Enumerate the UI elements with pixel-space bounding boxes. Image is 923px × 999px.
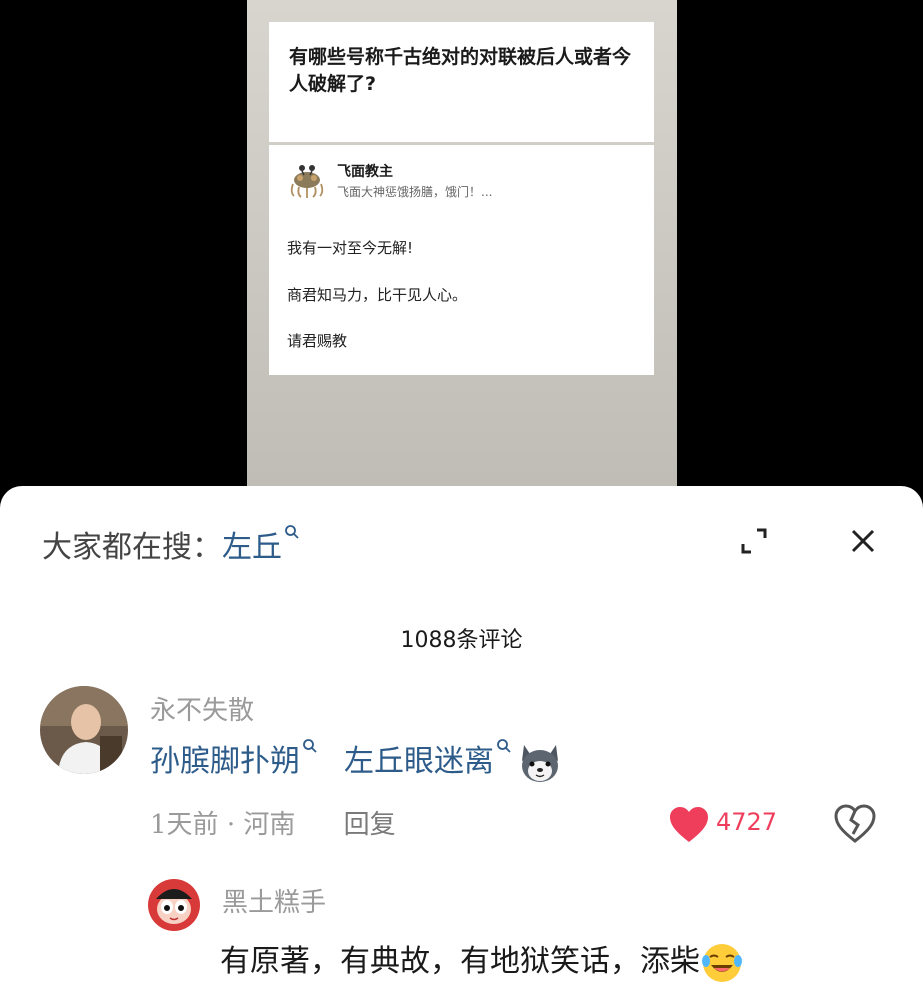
search-icon: [303, 739, 317, 753]
search-icon: [285, 525, 299, 539]
author-signature: 飞面大神惩饿扬膳，饿门！...: [337, 185, 493, 199]
broken-heart-icon[interactable]: [834, 804, 876, 844]
author-avatar: [290, 165, 324, 198]
search-icon: [497, 739, 511, 753]
reply-avatar[interactable]: [148, 879, 200, 931]
answer-line-1: 我有一对至今无解!: [287, 239, 414, 257]
answer-line-3: 请君赐教: [287, 332, 348, 350]
comment-sheet: 大家都在搜：左丘 1088条评论 永不失散 孙膑脚扑朔 左丘眼迷离 1天前 · …: [0, 486, 923, 999]
author-name: 飞面教主: [337, 164, 393, 180]
avatar[interactable]: [40, 686, 128, 774]
comment-meta: 1天前 · 河南 回复: [150, 804, 396, 841]
video-area[interactable]: 有哪些号称千古绝对的对联被后人或者今人破解了? 飞面教主 飞面大神惩饿扬膳，饿门…: [0, 0, 923, 500]
like-count: 4727: [716, 808, 778, 836]
heart-icon[interactable]: [668, 806, 710, 844]
comment-time: 1天前: [150, 810, 219, 840]
comment-link-2[interactable]: 左丘眼迷离: [344, 744, 494, 779]
search-suggestion[interactable]: 大家都在搜：左丘: [42, 522, 300, 566]
answer-line-2: 商君知马力，比干见人心。: [287, 286, 468, 304]
comment-username[interactable]: 永不失散: [150, 690, 254, 727]
search-prefix: 大家都在搜：: [42, 530, 222, 565]
reply-button[interactable]: 回复: [344, 810, 396, 840]
meta-dot: ·: [226, 810, 236, 840]
search-term[interactable]: 左丘: [222, 530, 282, 565]
comment-location: 河南: [243, 810, 296, 840]
close-icon[interactable]: [846, 524, 880, 558]
question-title: 有哪些号称千古绝对的对联被后人或者今人破解了?: [289, 46, 632, 95]
reply-username[interactable]: 黑土糕手: [222, 882, 326, 919]
comment-link-1[interactable]: 孙膑脚扑朔: [150, 744, 300, 779]
comment-body: 孙膑脚扑朔 左丘眼迷离: [150, 736, 564, 787]
reply-body: 有原著，有典故，有地狱笑话，添柴: [220, 936, 744, 985]
answer-card: 飞面教主 飞面大神惩饿扬膳，饿门！... 我有一对至今无解! 商君知马力，比干见…: [269, 145, 654, 375]
question-card: 有哪些号称千古绝对的对联被后人或者今人破解了?: [269, 22, 654, 142]
husky-emoji-icon: [522, 745, 558, 782]
comment-count: 1088条评论: [400, 628, 523, 653]
expand-icon[interactable]: [737, 524, 771, 558]
reply-text: 有原著，有典故，有地狱笑话，添柴: [220, 944, 700, 979]
laughing-emoji-icon: [702, 944, 742, 982]
